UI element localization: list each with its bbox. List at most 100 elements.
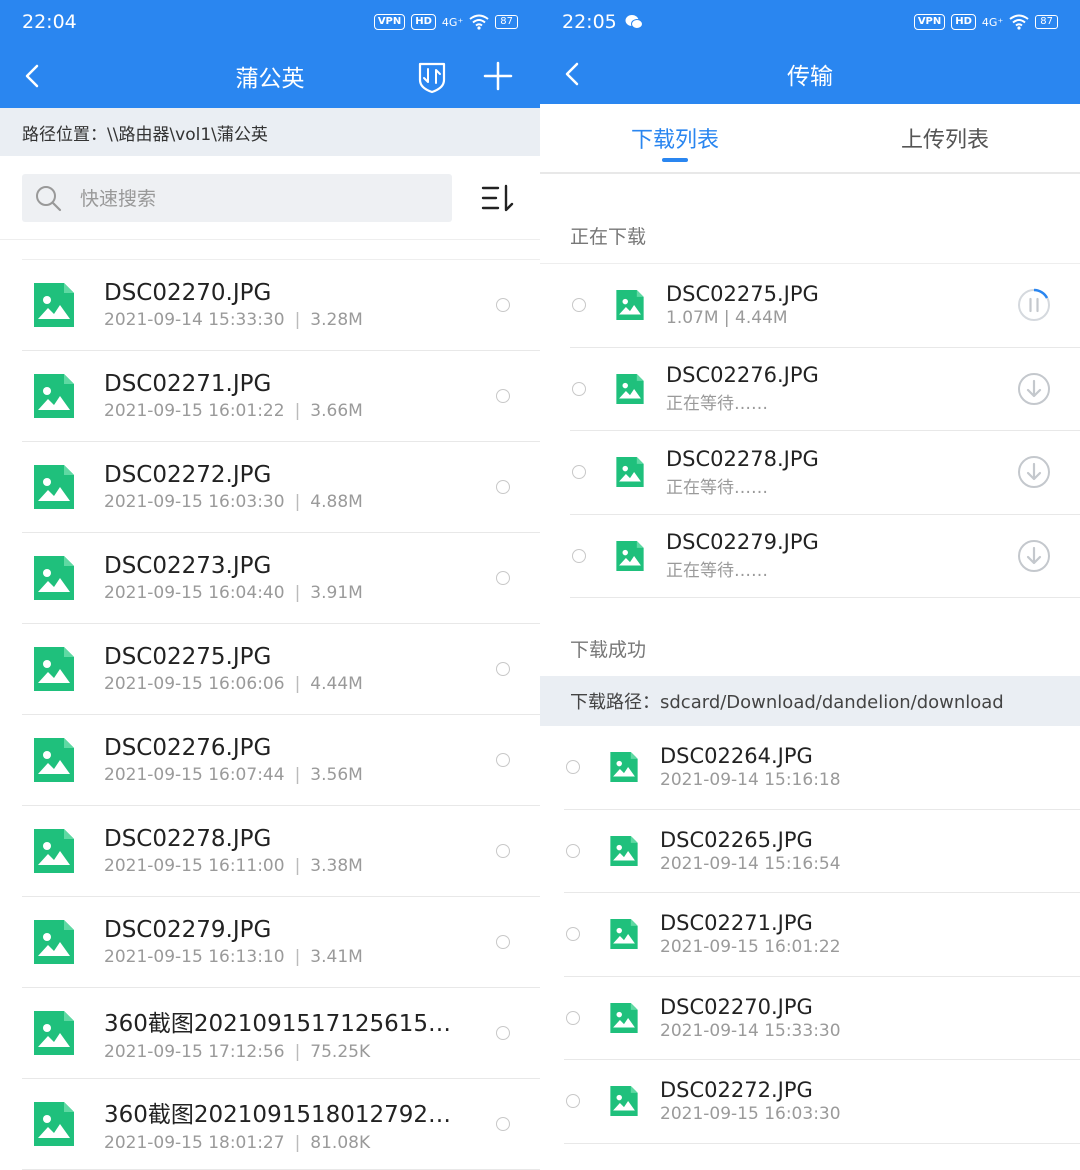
- select-radio[interactable]: [496, 1026, 510, 1040]
- file-row[interactable]: DSC02273.JPG 2021-09-15 16:04:40 | 3.91M: [22, 533, 540, 624]
- select-radio[interactable]: [566, 760, 580, 775]
- file-date: 2021-09-15 16:06:06: [104, 674, 285, 694]
- select-radio[interactable]: [566, 1010, 580, 1025]
- download-icon[interactable]: [1016, 538, 1052, 574]
- file-info: DSC02271.JPG 2021-09-15 16:01:22 | 3.66M: [104, 371, 496, 421]
- select-radio[interactable]: [572, 381, 586, 396]
- select-radio[interactable]: [572, 548, 586, 563]
- download-icon[interactable]: [1016, 454, 1052, 490]
- done-section-label: 下载成功: [570, 639, 647, 661]
- downloading-row[interactable]: DSC02276.JPG 正在等待……: [570, 348, 1080, 431]
- back-arrow-icon[interactable]: [18, 61, 48, 91]
- file-name: DSC02264.JPG: [660, 744, 813, 769]
- hd-icon: HD: [411, 14, 436, 30]
- file-info: 360截图2021091517125615… 2021-09-15 17:12:5…: [104, 1004, 496, 1062]
- downloading-section-label: 正在下载: [540, 174, 1080, 264]
- file-info: DSC02272.JPG 2021-09-15 16:03:30: [660, 1078, 1080, 1124]
- file-meta: 2021-09-15 17:12:56 | 75.25K: [104, 1042, 496, 1062]
- file-row[interactable]: DSC02276.JPG 2021-09-15 16:07:44 | 3.56M: [22, 715, 540, 806]
- done-row[interactable]: DSC02270.JPG 2021-09-14 15:33:30: [564, 977, 1080, 1060]
- sort-icon[interactable]: [480, 180, 516, 216]
- file-row[interactable]: DSC02278.JPG 2021-09-15 16:11:00 | 3.38M: [22, 806, 540, 897]
- add-icon[interactable]: [480, 58, 516, 94]
- select-radio[interactable]: [496, 662, 510, 676]
- file-row[interactable]: DSC02275.JPG 2021-09-15 16:06:06 | 4.44M: [22, 624, 540, 715]
- select-radio[interactable]: [496, 571, 510, 585]
- image-file-icon: [34, 374, 74, 418]
- file-row[interactable]: 360截图2021091517125615… 2021-09-15 17:12:5…: [22, 988, 540, 1079]
- select-radio[interactable]: [566, 927, 580, 942]
- done-row[interactable]: DSC02271.JPG 2021-09-15 16:01:22: [564, 893, 1080, 977]
- downloading-list: DSC02275.JPG 1.07M | 4.44M DSC02276.JPG 正在等…: [540, 264, 1080, 598]
- file-size: 3.38M: [310, 856, 363, 876]
- file-size: 3.66M: [310, 401, 363, 421]
- downloading-row[interactable]: DSC02279.JPG 正在等待……: [570, 515, 1080, 598]
- search-icon: [36, 185, 62, 211]
- select-radio[interactable]: [496, 753, 510, 767]
- file-name: DSC02272.JPG: [660, 1078, 813, 1103]
- file-meta: 2021-09-15 16:13:10 | 3.41M: [104, 947, 496, 967]
- image-file-icon: [610, 919, 638, 950]
- select-radio[interactable]: [572, 465, 586, 480]
- image-file-icon: [34, 556, 74, 600]
- search-input[interactable]: 快速搜索: [22, 173, 452, 222]
- file-row[interactable]: DSC02270.JPG 2021-09-14 15:33:30 | 3.28M: [22, 260, 540, 351]
- image-file-icon: [34, 465, 74, 509]
- image-file-icon: [616, 457, 644, 488]
- file-progress: 正在等待……: [666, 394, 768, 415]
- meta-separator: |: [294, 765, 301, 785]
- select-radio[interactable]: [496, 1117, 510, 1131]
- done-row[interactable]: DSC02265.JPG 2021-09-14 15:16:54: [564, 810, 1080, 893]
- file-row[interactable]: DSC02271.JPG 2021-09-15 16:01:22 | 3.66M: [22, 351, 540, 442]
- meta-separator: |: [294, 1042, 301, 1062]
- file-meta: 2021-09-15 16:01:22 | 3.66M: [104, 401, 496, 421]
- tab-download-list[interactable]: 下载列表: [540, 104, 810, 172]
- file-progress: 正在等待……: [666, 561, 768, 582]
- meta-separator: |: [294, 401, 301, 421]
- select-radio[interactable]: [496, 935, 510, 949]
- file-name: DSC02278.JPG: [666, 446, 819, 471]
- select-radio[interactable]: [566, 843, 580, 858]
- file-name: 360截图2021091517125615…: [104, 1011, 452, 1037]
- file-info: DSC02273.JPG 2021-09-15 16:04:40 | 3.91M: [104, 553, 496, 603]
- image-file-icon: [610, 752, 638, 783]
- select-radio[interactable]: [566, 1094, 580, 1109]
- done-list: DSC02264.JPG 2021-09-14 15:16:18 DSC02265.…: [540, 726, 1080, 1144]
- back-arrow-icon[interactable]: [558, 59, 588, 89]
- file-meta: 2021-09-14 15:33:30 | 3.28M: [104, 310, 496, 330]
- image-file-icon: [34, 647, 74, 691]
- file-name: DSC02276.JPG: [666, 363, 819, 388]
- file-name: DSC02275.JPG: [666, 282, 819, 307]
- file-info: DSC02275.JPG 1.07M | 4.44M: [666, 282, 1016, 328]
- file-name: DSC02276.JPG: [104, 735, 272, 761]
- file-name: DSC02270.JPG: [660, 994, 813, 1019]
- file-row[interactable]: DSC02272.JPG 2021-09-15 16:03:30 | 4.88M: [22, 442, 540, 533]
- file-info: DSC02271.JPG 2021-09-15 16:01:22: [660, 911, 1080, 957]
- pause-progress-icon[interactable]: [1016, 287, 1052, 323]
- select-radio[interactable]: [496, 389, 510, 403]
- select-radio[interactable]: [496, 480, 510, 494]
- done-row[interactable]: DSC02264.JPG 2021-09-14 15:16:18: [564, 726, 1080, 810]
- download-icon[interactable]: [1016, 371, 1052, 407]
- image-file-icon: [34, 829, 74, 873]
- downloading-row[interactable]: DSC02278.JPG 正在等待……: [570, 431, 1080, 515]
- select-radio[interactable]: [496, 298, 510, 312]
- done-row[interactable]: DSC02272.JPG 2021-09-15 16:03:30: [564, 1060, 1080, 1144]
- transfer-shield-icon[interactable]: [414, 58, 450, 94]
- file-list: DSC02270.JPG 2021-09-14 15:33:30 | 3.28M DSC…: [0, 260, 540, 1170]
- image-file-icon: [616, 290, 644, 321]
- downloading-row[interactable]: DSC02275.JPG 1.07M | 4.44M: [570, 264, 1080, 348]
- file-info: DSC02276.JPG 正在等待……: [666, 363, 1016, 414]
- select-radio[interactable]: [496, 844, 510, 858]
- file-row[interactable]: DSC02279.JPG 2021-09-15 16:13:10 | 3.41M: [22, 897, 540, 988]
- image-file-icon: [34, 738, 74, 782]
- select-radio[interactable]: [572, 298, 586, 313]
- download-path: 下载路径：sdcard/Download/dandelion/download: [540, 676, 1080, 726]
- file-row[interactable]: 360截图2021091518012792… 2021-09-15 18:01:2…: [22, 1079, 540, 1170]
- app-header: 传输: [540, 44, 1080, 104]
- search-placeholder: 快速搜索: [80, 188, 157, 210]
- file-info: DSC02279.JPG 正在等待……: [666, 530, 1016, 581]
- signal-icon: 4G⁺: [981, 15, 1004, 29]
- file-date: 2021-09-14 15:33:30: [660, 1020, 841, 1041]
- tab-upload-list[interactable]: 上传列表: [810, 104, 1080, 172]
